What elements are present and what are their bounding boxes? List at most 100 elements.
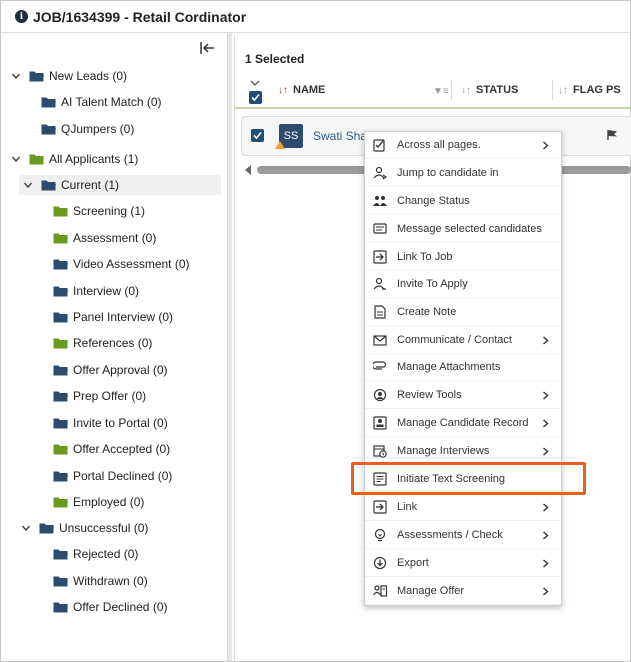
menu-item-assessments-check[interactable]: Assessments / Check: [365, 522, 561, 549]
column-flag[interactable]: ↓↑ FLAG PS: [558, 84, 621, 96]
menu-item-change-status[interactable]: Change Status: [365, 188, 561, 215]
collapse-panel-icon[interactable]: [199, 40, 215, 56]
folder-icon: [41, 124, 56, 135]
chevron-down-icon[interactable]: [21, 523, 31, 533]
tree-node[interactable]: Current (1): [19, 175, 221, 195]
info-icon[interactable]: i: [15, 10, 28, 23]
selected-count: 1 Selected: [245, 52, 305, 66]
menu-item-link[interactable]: Link: [365, 494, 561, 521]
chevron-down-icon[interactable]: [23, 180, 33, 190]
title-bar: i JOB/1634399 - Retail Cordinator: [1, 1, 630, 33]
tree-node-label: Prep Offer (0): [73, 389, 147, 403]
scroll-left-icon[interactable]: [245, 165, 251, 175]
tree-node[interactable]: All Applicants (1): [11, 149, 138, 169]
tree-node-label: Offer Accepted (0): [73, 442, 171, 456]
tree-node[interactable]: Interview (0): [53, 281, 139, 301]
column-name[interactable]: ↓↑ NAME: [278, 84, 325, 96]
tree-node[interactable]: Video Assessment (0): [53, 254, 190, 274]
menu-item-link-to-job[interactable]: Link To Job: [365, 244, 561, 271]
menu-item-communicate-contact[interactable]: Communicate / Contact: [365, 327, 561, 354]
people-icon: [373, 196, 387, 206]
tree-node[interactable]: Screening (1): [53, 201, 145, 221]
flag-icon[interactable]: [606, 129, 618, 141]
tree-node[interactable]: Offer Approval (0): [53, 360, 168, 380]
tree-node-label: Rejected (0): [73, 547, 139, 561]
person-invite-icon: [373, 277, 386, 290]
tree-node-label: Withdrawn (0): [73, 574, 148, 588]
folder-icon: [53, 602, 68, 613]
column-divider[interactable]: [552, 80, 553, 100]
tree-node-label: Employed (0): [73, 495, 145, 509]
tree-node[interactable]: Unsuccessful (0): [21, 518, 148, 538]
menu-item-label: Create Note: [397, 306, 457, 318]
menu-item-across-all-pages[interactable]: Across all pages.: [365, 132, 561, 159]
chevron-right-icon: [543, 531, 549, 540]
row-checkbox[interactable]: [251, 129, 264, 142]
tree-node[interactable]: QJumpers (0): [41, 119, 134, 139]
folder-icon: [29, 154, 44, 165]
chevron-down-icon[interactable]: [11, 154, 21, 164]
menu-item-message-selected-candidates[interactable]: Message selected candidates: [365, 216, 561, 243]
chevron-right-icon: [543, 503, 549, 512]
select-all-checkbox[interactable]: [249, 91, 262, 104]
chevron-down-icon[interactable]: [11, 71, 21, 81]
column-status[interactable]: ↓↑ STATUS: [461, 84, 518, 96]
menu-item-manage-offer[interactable]: Manage Offer: [365, 578, 561, 605]
menu-item-manage-candidate-record[interactable]: Manage Candidate Record: [365, 410, 561, 437]
column-name-label: NAME: [293, 84, 326, 96]
context-menu: Across all pages. Jump to candidate in Cha…: [364, 131, 562, 606]
menu-item-invite-to-apply[interactable]: Invite To Apply: [365, 271, 561, 298]
tree-node[interactable]: Panel Interview (0): [53, 307, 173, 327]
page-title: JOB/1634399 - Retail Cordinator: [33, 8, 247, 25]
envelope-icon: [373, 335, 387, 346]
panel-splitter[interactable]: [228, 33, 232, 661]
tree-node[interactable]: Withdrawn (0): [53, 571, 148, 591]
menu-item-jump-to-candidate-in[interactable]: Jump to candidate in: [365, 160, 561, 187]
menu-item-label: Message selected candidates: [397, 223, 542, 235]
tree-node[interactable]: Rejected (0): [53, 544, 138, 564]
column-divider[interactable]: [451, 80, 452, 100]
lightbulb-icon: [374, 528, 386, 542]
tree-node-label: New Leads (0): [49, 69, 128, 83]
menu-item-create-note[interactable]: Create Note: [365, 299, 561, 326]
menu-item-export[interactable]: Export: [365, 550, 561, 577]
tree-node-label: Panel Interview (0): [73, 310, 174, 324]
folder-icon: [53, 233, 68, 244]
tree-node[interactable]: References (0): [53, 333, 152, 353]
highlight-box: [351, 462, 586, 495]
tree-node[interactable]: Offer Accepted (0): [53, 439, 170, 459]
paperclip-icon: [373, 361, 387, 370]
grid-header: ↓↑ NAME ▼≡ ↓↑ STATUS ↓↑ FLAG PS: [235, 75, 631, 109]
message-icon: [373, 223, 387, 234]
menu-item-manage-interviews[interactable]: Manage Interviews: [365, 438, 561, 465]
tree-node[interactable]: New Leads (0): [11, 66, 127, 86]
menu-item-manage-attachments[interactable]: Manage Attachments: [365, 354, 561, 381]
folder-icon: [53, 365, 68, 376]
chevron-right-icon: [543, 141, 549, 150]
menu-item-label: Export: [397, 557, 429, 569]
tree-node[interactable]: Prep Offer (0): [53, 386, 146, 406]
tree-node[interactable]: Offer Declined (0): [53, 597, 167, 617]
warning-icon: [275, 141, 285, 149]
sort-icon: ↓↑: [461, 84, 471, 96]
tree-node[interactable]: Assessment (0): [53, 228, 156, 248]
review-icon: [373, 388, 387, 402]
chevron-down-icon[interactable]: [250, 79, 260, 87]
tree-node[interactable]: Employed (0): [53, 492, 144, 512]
candidate-name-link[interactable]: Swati Shar: [313, 129, 371, 143]
tree-node-label: AI Talent Match (0): [61, 95, 162, 109]
tree-node-label: References (0): [73, 336, 153, 350]
tree-node[interactable]: Portal Declined (0): [53, 466, 172, 486]
offer-icon: [373, 585, 387, 597]
filter-icon[interactable]: ▼≡: [433, 86, 449, 97]
folder-icon: [53, 286, 68, 297]
tree-node[interactable]: Invite to Portal (0): [53, 413, 168, 433]
tree-node[interactable]: AI Talent Match (0): [41, 92, 162, 112]
folder-icon: [53, 471, 68, 482]
folder-icon: [41, 97, 56, 108]
menu-item-review-tools[interactable]: Review Tools: [365, 382, 561, 409]
menu-item-label: Across all pages.: [397, 139, 481, 151]
tree-node-label: Offer Approval (0): [73, 363, 168, 377]
column-status-label: STATUS: [476, 84, 519, 96]
chevron-right-icon: [543, 559, 549, 568]
